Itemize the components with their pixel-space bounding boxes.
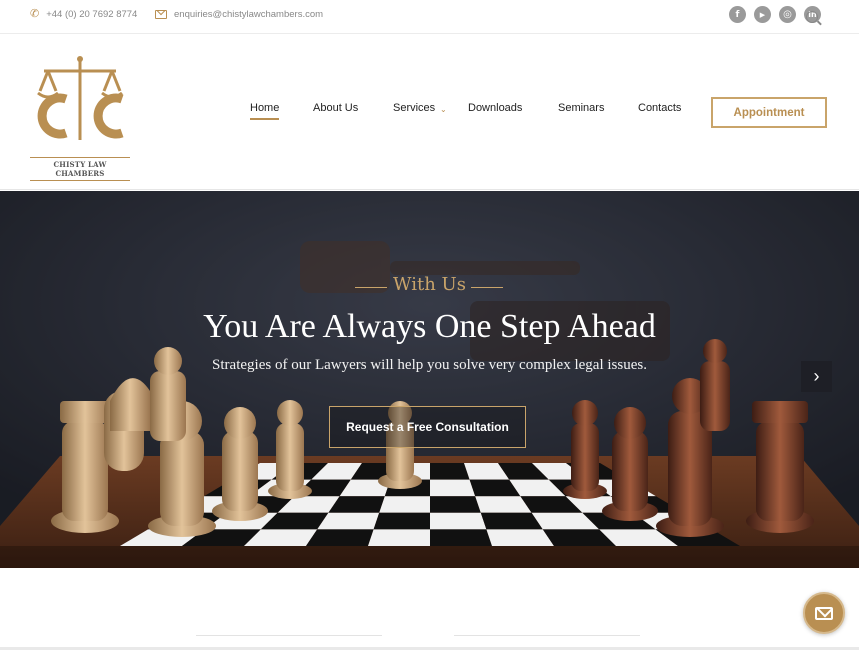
phone-contact[interactable]: ✆ +44 (0) 20 7692 8774 <box>30 8 138 21</box>
card-top-border <box>454 635 640 636</box>
top-bar: ✆ +44 (0) 20 7692 8774 enquiries@chistyl… <box>0 0 859 34</box>
request-consultation-button[interactable]: Request a Free Consultation <box>329 406 526 448</box>
nav-home[interactable]: Home <box>250 102 280 120</box>
chess-scene-image <box>0 191 859 568</box>
board-square <box>430 496 481 513</box>
board-square <box>486 529 554 546</box>
nav-about-us[interactable]: About Us <box>313 102 358 114</box>
email-contact[interactable]: enquiries@chistylawchambers.com <box>155 9 323 20</box>
content-area <box>0 568 859 650</box>
nav-services-label: Services <box>393 102 436 114</box>
board-square <box>430 529 492 546</box>
card-top-border <box>196 635 382 636</box>
board-square <box>430 463 470 480</box>
board-square <box>373 512 430 530</box>
email-address: enquiries@chistylawchambers.com <box>174 9 324 20</box>
hero-subtext: Strategies of our Lawyers will help you … <box>212 357 647 373</box>
nav-downloads[interactable]: Downloads <box>468 102 522 114</box>
board-square <box>368 529 430 546</box>
hero-headline: You Are Always One Step Ahead <box>203 308 656 345</box>
phone-number: +44 (0) 20 7692 8774 <box>46 9 138 20</box>
hero-eyebrow: With Us <box>393 274 466 295</box>
facebook-icon[interactable]: f <box>729 6 746 23</box>
envelope-icon <box>155 10 167 19</box>
phone-icon: ✆ <box>30 8 40 20</box>
contact-mail-button[interactable] <box>803 592 845 634</box>
nav-contacts[interactable]: Contacts <box>638 102 681 114</box>
board-square <box>430 512 487 530</box>
nav-seminars[interactable]: Seminars <box>558 102 604 114</box>
slider-next-arrow-icon[interactable]: › <box>801 361 832 392</box>
eyebrow-line-right <box>471 287 503 288</box>
chevron-down-icon: ⌄ <box>440 105 447 114</box>
nav-services[interactable]: Services ⌄ <box>393 102 447 114</box>
hero-slider: With Us You Are Always One Step Ahead St… <box>0 191 859 568</box>
appointment-button[interactable]: Appointment <box>711 97 827 128</box>
header: CHISTY LAW CHAMBERS Home About Us Servic… <box>0 35 859 190</box>
instagram-icon[interactable]: ◎ <box>779 6 796 23</box>
page: ✆ +44 (0) 20 7692 8774 enquiries@chistyl… <box>0 0 859 650</box>
board-square <box>430 479 476 497</box>
youtube-icon[interactable]: ▶ <box>754 6 771 23</box>
mail-icon <box>815 606 833 620</box>
search-icon[interactable] <box>806 11 818 23</box>
board-square <box>306 529 374 546</box>
board-square <box>379 496 430 513</box>
